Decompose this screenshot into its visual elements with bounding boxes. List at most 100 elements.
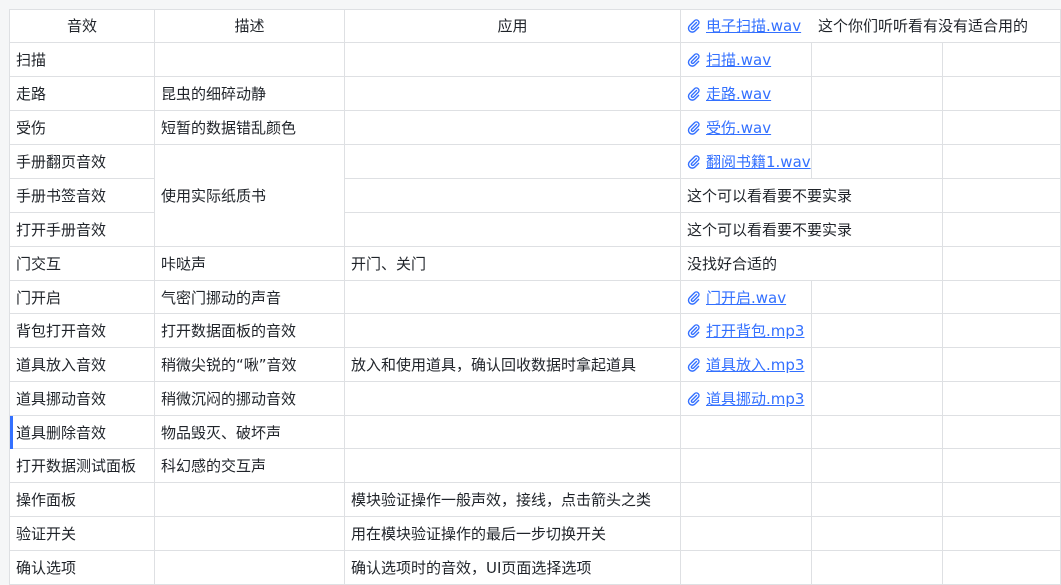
attachment-link[interactable]: 打开背包.mp3: [706, 320, 804, 341]
application-cell[interactable]: 确认选项时的音效，UI页面选择选项: [345, 551, 681, 585]
empty-cell[interactable]: [943, 247, 1061, 281]
application-cell[interactable]: [345, 77, 681, 111]
attachment-cell[interactable]: 门开启.wav: [681, 281, 812, 314]
empty-cell[interactable]: [812, 382, 943, 416]
application-cell[interactable]: 放入和使用道具，确认回收数据时拿起道具: [345, 348, 681, 382]
header-attachment-cell[interactable]: 电子扫描.wav: [681, 9, 812, 43]
empty-cell[interactable]: [812, 77, 943, 111]
attachment-link[interactable]: 受伤.wav: [706, 117, 771, 138]
header-application[interactable]: 应用: [345, 9, 681, 43]
description-cell[interactable]: [155, 551, 345, 585]
empty-cell[interactable]: [943, 483, 1061, 517]
row-name-cell[interactable]: 道具放入音效: [10, 348, 155, 382]
attachment-cell[interactable]: 道具放入.mp3: [681, 348, 812, 382]
empty-cell[interactable]: [812, 281, 943, 314]
application-cell[interactable]: 模块验证操作一般声效，接线，点击箭头之类: [345, 483, 681, 517]
description-cell[interactable]: 科幻感的交互声: [155, 449, 345, 483]
header-description[interactable]: 描述: [155, 9, 345, 43]
attachment-link[interactable]: 门开启.wav: [706, 287, 786, 308]
description-merged-cell[interactable]: 使用实际纸质书: [155, 145, 345, 247]
empty-cell[interactable]: [943, 145, 1061, 179]
attachment-cell[interactable]: 翻阅书籍1.wav: [681, 145, 812, 179]
empty-cell[interactable]: [812, 449, 943, 483]
attachment-link[interactable]: 电子扫描.wav: [706, 15, 801, 36]
application-cell[interactable]: [345, 213, 681, 247]
empty-cell[interactable]: [943, 449, 1061, 483]
row-name-cell[interactable]: 门开启: [10, 281, 155, 314]
empty-cell[interactable]: [943, 179, 1061, 213]
row-name-cell[interactable]: 操作面板: [10, 483, 155, 517]
row-name-cell[interactable]: 门交互: [10, 247, 155, 281]
attachment-cell[interactable]: [681, 483, 812, 517]
empty-cell[interactable]: [812, 416, 943, 449]
row-name-cell[interactable]: 受伤: [10, 111, 155, 145]
header-sound[interactable]: 音效: [10, 9, 155, 43]
empty-cell[interactable]: [943, 517, 1061, 551]
application-cell[interactable]: 开门、关门: [345, 247, 681, 281]
row-name-cell[interactable]: 扫描: [10, 43, 155, 77]
empty-cell[interactable]: [943, 281, 1061, 314]
empty-cell[interactable]: [812, 348, 943, 382]
application-cell[interactable]: [345, 449, 681, 483]
application-cell[interactable]: [345, 43, 681, 77]
empty-cell[interactable]: [812, 483, 943, 517]
attachment-cell[interactable]: 道具挪动.mp3: [681, 382, 812, 416]
description-cell[interactable]: 稍微沉闷的挪动音效: [155, 382, 345, 416]
header-note-cell[interactable]: 这个你们听听看有没有适合用的: [812, 9, 1061, 43]
application-cell[interactable]: [345, 281, 681, 314]
description-cell[interactable]: [155, 517, 345, 551]
empty-cell[interactable]: [943, 111, 1061, 145]
empty-cell[interactable]: [943, 43, 1061, 77]
description-cell[interactable]: 打开数据面板的音效: [155, 314, 345, 348]
application-cell[interactable]: [345, 314, 681, 348]
row-name-cell[interactable]: 道具挪动音效: [10, 382, 155, 416]
description-cell[interactable]: [155, 483, 345, 517]
attachment-link[interactable]: 翻阅书籍1.wav: [706, 151, 811, 172]
empty-cell[interactable]: [812, 145, 943, 179]
empty-cell[interactable]: [812, 551, 943, 585]
application-cell[interactable]: [345, 382, 681, 416]
empty-cell[interactable]: [812, 314, 943, 348]
row-name-cell[interactable]: 手册书签音效: [10, 179, 155, 213]
description-cell[interactable]: 气密门挪动的声音: [155, 281, 345, 314]
attachment-cell[interactable]: 打开背包.mp3: [681, 314, 812, 348]
attachment-link[interactable]: 扫描.wav: [706, 49, 771, 70]
row-name-cell[interactable]: 打开数据测试面板: [10, 449, 155, 483]
attachment-cell[interactable]: 走路.wav: [681, 77, 812, 111]
attachment-cell[interactable]: [681, 416, 812, 449]
description-cell[interactable]: 短暂的数据错乱颜色: [155, 111, 345, 145]
description-cell[interactable]: 稍微尖锐的“啾”音效: [155, 348, 345, 382]
empty-cell[interactable]: [812, 517, 943, 551]
empty-cell[interactable]: [943, 314, 1061, 348]
empty-cell[interactable]: [943, 382, 1061, 416]
row-name-cell[interactable]: 确认选项: [10, 551, 155, 585]
row-name-cell[interactable]: 打开手册音效: [10, 213, 155, 247]
attachment-cell[interactable]: [681, 517, 812, 551]
application-cell[interactable]: 用在模块验证操作的最后一步切换开关: [345, 517, 681, 551]
row-name-cell[interactable]: 道具删除音效: [10, 416, 155, 449]
application-cell[interactable]: [345, 145, 681, 179]
description-cell[interactable]: 咔哒声: [155, 247, 345, 281]
attachment-link[interactable]: 走路.wav: [706, 83, 771, 104]
application-cell[interactable]: [345, 179, 681, 213]
description-cell[interactable]: [155, 43, 345, 77]
empty-cell[interactable]: [943, 213, 1061, 247]
row-name-cell[interactable]: 手册翻页音效: [10, 145, 155, 179]
attachment-cell[interactable]: [681, 551, 812, 585]
empty-cell[interactable]: [943, 77, 1061, 111]
empty-cell[interactable]: [943, 348, 1061, 382]
row-name-cell[interactable]: 验证开关: [10, 517, 155, 551]
attachment-cell[interactable]: 扫描.wav: [681, 43, 812, 77]
attachment-cell[interactable]: [681, 449, 812, 483]
description-cell[interactable]: 物品毁灭、破坏声: [155, 416, 345, 449]
note-cell[interactable]: 这个可以看看要不要实录: [681, 179, 943, 213]
empty-cell[interactable]: [812, 43, 943, 77]
row-name-cell[interactable]: 走路: [10, 77, 155, 111]
empty-cell[interactable]: [943, 551, 1061, 585]
empty-cell[interactable]: [812, 111, 943, 145]
empty-cell[interactable]: [943, 416, 1061, 449]
note-cell[interactable]: 没找好合适的: [681, 247, 943, 281]
attachment-link[interactable]: 道具挪动.mp3: [706, 388, 804, 409]
attachment-cell[interactable]: 受伤.wav: [681, 111, 812, 145]
attachment-link[interactable]: 道具放入.mp3: [706, 354, 804, 375]
